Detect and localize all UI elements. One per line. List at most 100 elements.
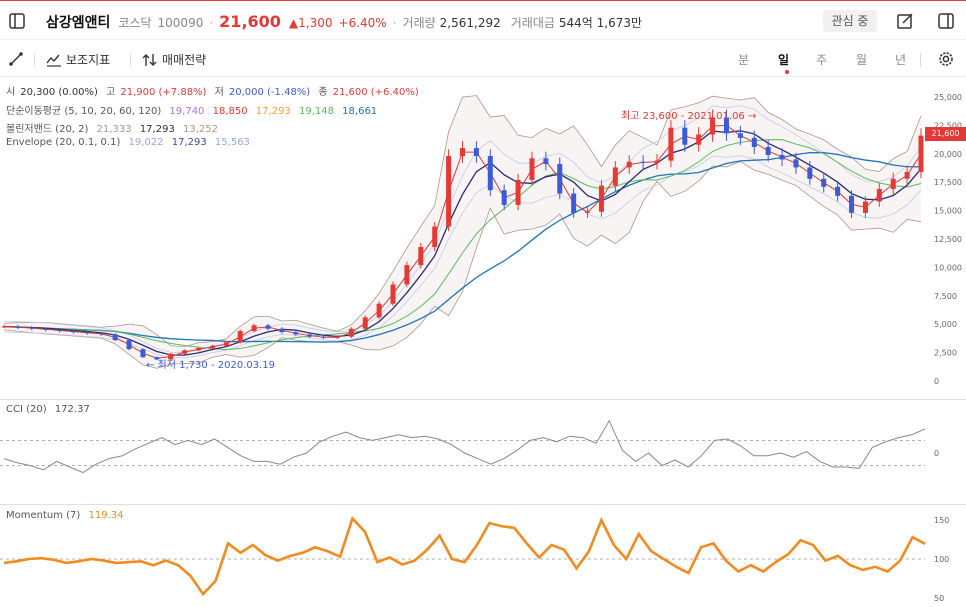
price-axis-tick: 17,500 [934, 178, 962, 187]
candle [612, 167, 618, 186]
cci-legend: CCI (20) 172.37 [6, 404, 95, 415]
price-axis-tick: 5,000 [934, 320, 957, 329]
candle [196, 348, 202, 351]
ohlc-legend: 시 20,300 (0.00%) 고 21,900 (+7.88%) 저 20,000… [6, 83, 424, 98]
candle [737, 133, 743, 138]
candle [640, 161, 646, 163]
candle [237, 331, 243, 343]
candle [98, 333, 104, 335]
candle [348, 328, 354, 337]
momentum-axis-label: 50 [934, 594, 945, 603]
candle [626, 161, 632, 168]
envelope-upper-value: 19,022 [128, 137, 164, 148]
bollinger-lower-value: 13,252 [183, 124, 218, 135]
candle [43, 328, 49, 330]
candle [904, 171, 910, 179]
high-label: 고 [106, 87, 116, 98]
sma-10-value: 18,850 [212, 106, 248, 117]
cci-label: CCI (20) [6, 404, 47, 415]
high-value: 21,900 (+7.88%) [120, 87, 207, 98]
candle [376, 303, 382, 318]
candle [501, 190, 507, 205]
candle [432, 226, 438, 247]
candle [751, 137, 757, 147]
envelope-lower-value: 15,563 [214, 137, 250, 148]
candle [362, 317, 368, 329]
candle [529, 158, 535, 180]
candle [473, 148, 479, 157]
price-axis-tick: 2,500 [934, 349, 957, 358]
candle [487, 156, 493, 191]
candle [126, 340, 132, 350]
candle [182, 350, 188, 354]
momentum-label: Momentum (7) [6, 510, 81, 521]
candle [1, 326, 7, 328]
envelope-label: Envelope (20, 0.1, 0.1) [6, 137, 121, 148]
bollinger-label: 볼린저밴드 (20, 2) [6, 124, 89, 135]
bollinger-legend: 볼린저밴드 (20, 2) 21,333 17,293 13,252 [6, 120, 223, 135]
price-axis-tick: 7,500 [934, 292, 957, 301]
candle [779, 154, 785, 160]
envelope-mid-value: 17,293 [171, 137, 207, 148]
candle [849, 195, 855, 213]
price-axis-tick: 25,000 [934, 93, 962, 102]
candle [223, 342, 229, 346]
candle [404, 265, 410, 285]
momentum-legend: Momentum (7) 119.34 [6, 510, 129, 521]
sma-legend: 단순이동평균 (5, 10, 20, 60, 120) 19,740 18,85… [6, 102, 382, 117]
candle [668, 127, 674, 161]
candle [15, 326, 21, 328]
current-price-tag: 21,600 [925, 127, 966, 141]
candle [571, 193, 577, 213]
sma-5-value: 19,740 [169, 106, 205, 117]
candle [265, 325, 271, 329]
sma-60-value: 19,148 [298, 106, 334, 117]
candle [682, 127, 688, 145]
candle [112, 334, 118, 341]
candle [876, 189, 882, 202]
candle [515, 179, 521, 205]
candle [890, 178, 896, 190]
candle [418, 246, 424, 266]
candle [334, 336, 340, 338]
momentum-line [3, 515, 926, 597]
price-axis-tick: 15,000 [934, 207, 962, 216]
open-value: 20,300 (0.00%) [20, 87, 98, 98]
candle [793, 159, 799, 168]
candle [807, 167, 813, 179]
candle [390, 284, 396, 304]
close-label: 종 [318, 87, 328, 98]
candle [598, 185, 604, 212]
open-label: 시 [6, 87, 16, 98]
candle [251, 325, 257, 332]
bollinger-upper-value: 21,333 [96, 124, 132, 135]
candle [765, 146, 771, 155]
candle [557, 164, 563, 194]
candle [307, 334, 313, 337]
sma-120-value: 18,661 [342, 106, 378, 117]
candle [696, 134, 702, 145]
candle [835, 186, 841, 196]
candle [57, 329, 63, 332]
candle [29, 327, 35, 329]
momentum-value: 119.34 [88, 510, 124, 521]
price-axis-tick: 0 [934, 377, 939, 386]
candle [279, 328, 285, 333]
low-value: 20,000 (-1.48%) [228, 87, 311, 98]
candle [460, 148, 465, 157]
momentum-axis-label: 100 [934, 555, 950, 564]
candle [585, 211, 591, 213]
candle [446, 156, 452, 227]
candle [821, 178, 827, 187]
panel-divider [0, 399, 966, 400]
cci-value: 172.37 [54, 404, 90, 415]
all-time-high-annotation: 최고 23,600 - 2021.01.06 → [621, 111, 757, 122]
low-label: 저 [214, 87, 224, 98]
candle [918, 135, 924, 172]
candle [70, 331, 76, 333]
cci-line [3, 419, 926, 474]
momentum-axis-label: 150 [934, 516, 950, 525]
candle [84, 332, 90, 334]
sma-label: 단순이동평균 (5, 10, 20, 60, 120) [6, 106, 162, 117]
envelope-legend: Envelope (20, 0.1, 0.1) 19,022 17,293 15… [6, 137, 255, 148]
